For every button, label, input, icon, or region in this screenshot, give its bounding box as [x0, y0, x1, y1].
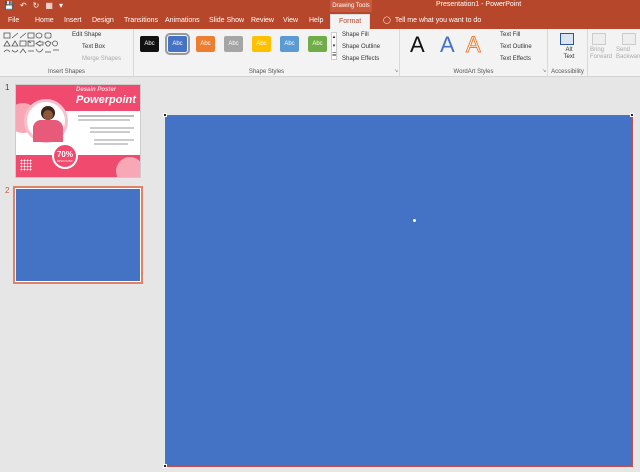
poster-bullet-line: [94, 143, 128, 145]
discount-badge: 70% DISCOUNT: [52, 143, 78, 169]
tab-review[interactable]: Review: [251, 17, 274, 24]
decor-circle-right: [116, 157, 140, 177]
tab-format[interactable]: Format: [330, 14, 371, 29]
shape-styles-launcher-icon[interactable]: ↘: [394, 68, 398, 74]
selected-rectangle-shape[interactable]: [165, 115, 633, 467]
start-slideshow-icon[interactable]: ▦: [45, 1, 53, 10]
quick-access-toolbar: 💾 ↶ ↻ ▦ ▾: [4, 1, 63, 10]
shape-fill-button[interactable]: Shape Fill: [342, 32, 369, 38]
poster-title-line2: Powerpoint: [76, 94, 136, 106]
bring-forward-button[interactable]: Bring Forward: [590, 47, 612, 61]
decor-dots: [20, 159, 32, 171]
title-bar: 💾 ↶ ↻ ▦ ▾ Drawing Tools Presentation1 - …: [0, 0, 640, 12]
person-photo: [24, 99, 68, 143]
send-backward-icon[interactable]: [622, 33, 636, 45]
poster-bullet-line: [90, 131, 130, 133]
tab-insert[interactable]: Insert: [64, 17, 82, 24]
tab-animations[interactable]: Animations: [165, 17, 200, 24]
resize-handle-top-left[interactable]: [163, 113, 167, 117]
redo-icon[interactable]: ↻: [33, 1, 40, 10]
tell-me-text: Tell me what you want to do: [394, 16, 482, 24]
wordart-blue[interactable]: A: [440, 32, 455, 58]
style-swatch-black[interactable]: Abc: [140, 36, 159, 52]
slide-editing-area: [150, 78, 640, 472]
style-swatch-lightblue[interactable]: Abc: [280, 36, 299, 52]
resize-handle-top-right[interactable]: [630, 113, 634, 117]
accessibility-label: Accessibility: [551, 69, 584, 75]
style-swatch-blue[interactable]: Abc: [165, 33, 190, 55]
poster-bullet-line: [90, 127, 134, 129]
discount-label: DISCOUNT: [57, 159, 73, 163]
tab-file[interactable]: File: [8, 17, 19, 24]
tab-home[interactable]: Home: [35, 17, 54, 24]
shape-outline-button[interactable]: Shape Outline: [342, 44, 380, 50]
tab-transitions[interactable]: Transitions: [124, 17, 158, 24]
shapes-gallery-icon[interactable]: [3, 32, 65, 58]
text-fill-button[interactable]: Text Fill: [500, 32, 520, 38]
shape-effects-button[interactable]: Shape Effects: [342, 56, 379, 62]
shape-styles-label: Shape Styles: [248, 69, 285, 75]
wordart-launcher-icon[interactable]: ↘: [542, 68, 546, 74]
slide-number-1: 1: [5, 83, 10, 92]
insert-shapes-group: Edit Shape Text Box Merge Shapes Insert …: [0, 29, 134, 77]
slide-thumbnail-1[interactable]: Desain Poster Powerpoint 70% DISCOUNT: [15, 84, 141, 178]
tab-view[interactable]: View: [283, 17, 298, 24]
slide-thumbnail-2[interactable]: [13, 186, 143, 284]
poster-bullet-line: [94, 139, 134, 141]
slide-thumbnail-pane: 1 Desain Poster Powerpoint 70% DISCOUNT …: [0, 78, 150, 472]
styles-scroll-control[interactable]: ▴ ▾ ☰: [331, 32, 337, 60]
accessibility-group: Alt Text Accessibility: [548, 29, 588, 77]
tab-help[interactable]: Help: [309, 17, 323, 24]
alt-text-button[interactable]: Alt Text: [562, 47, 576, 61]
style-swatch-gray[interactable]: Abc: [224, 36, 243, 52]
text-outline-button[interactable]: Text Outline: [500, 44, 532, 50]
discount-percent: 70%: [56, 150, 73, 159]
rotation-point-marker: [413, 219, 416, 222]
text-box-button[interactable]: Text Box: [82, 44, 105, 50]
style-swatch-gold[interactable]: Abc: [252, 36, 271, 52]
customize-qat-icon[interactable]: ▾: [59, 1, 63, 10]
ribbon-tabs: File Home Insert Design Transitions Anim…: [0, 12, 640, 29]
send-backward-button[interactable]: Send Backward: [616, 47, 640, 61]
bring-forward-icon[interactable]: [592, 33, 606, 45]
tell-me-box[interactable]: ◯ Tell me what you want to do: [383, 16, 482, 25]
insert-shapes-label: Insert Shapes: [47, 69, 86, 75]
person-face: [43, 110, 53, 120]
style-swatch-orange[interactable]: Abc: [196, 36, 215, 52]
wordart-orange-outline[interactable]: A: [466, 32, 482, 58]
style-swatch-green[interactable]: Abc: [308, 36, 327, 52]
poster-text-line: [78, 119, 130, 121]
drawing-tools-label: Drawing Tools: [330, 0, 372, 12]
text-effects-button[interactable]: Text Effects: [500, 56, 531, 62]
wordart-styles-label: WordArt Styles: [453, 69, 494, 75]
slide-number-2: 2: [5, 186, 10, 195]
merge-shapes-button[interactable]: Merge Shapes: [82, 56, 121, 62]
save-icon[interactable]: 💾: [4, 1, 14, 10]
alt-text-icon[interactable]: [560, 33, 574, 45]
tab-slideshow[interactable]: Slide Show: [209, 17, 244, 24]
edit-shape-button[interactable]: Edit Shape: [72, 32, 101, 38]
poster-title-line1: Desain Poster: [76, 87, 117, 93]
ribbon: Edit Shape Text Box Merge Shapes Insert …: [0, 29, 640, 77]
wordart-styles-group: A A A Text Fill Text Outline Text Effect…: [400, 29, 548, 77]
wordart-black[interactable]: A: [410, 32, 425, 58]
poster-text-line: [78, 115, 134, 117]
window-title: Presentation1 - PowerPoint: [436, 1, 522, 8]
resize-handle-bottom-left[interactable]: [163, 464, 167, 468]
lightbulb-icon: ◯: [383, 17, 391, 24]
undo-icon[interactable]: ↶: [20, 1, 27, 10]
shape-styles-group: Abc Abc Abc Abc Abc Abc Abc ▴ ▾ ☰ Shape Fi…: [134, 29, 400, 77]
tab-design[interactable]: Design: [92, 17, 114, 24]
slide-2-shape-preview: [16, 189, 140, 281]
person-shirt: [33, 120, 63, 142]
